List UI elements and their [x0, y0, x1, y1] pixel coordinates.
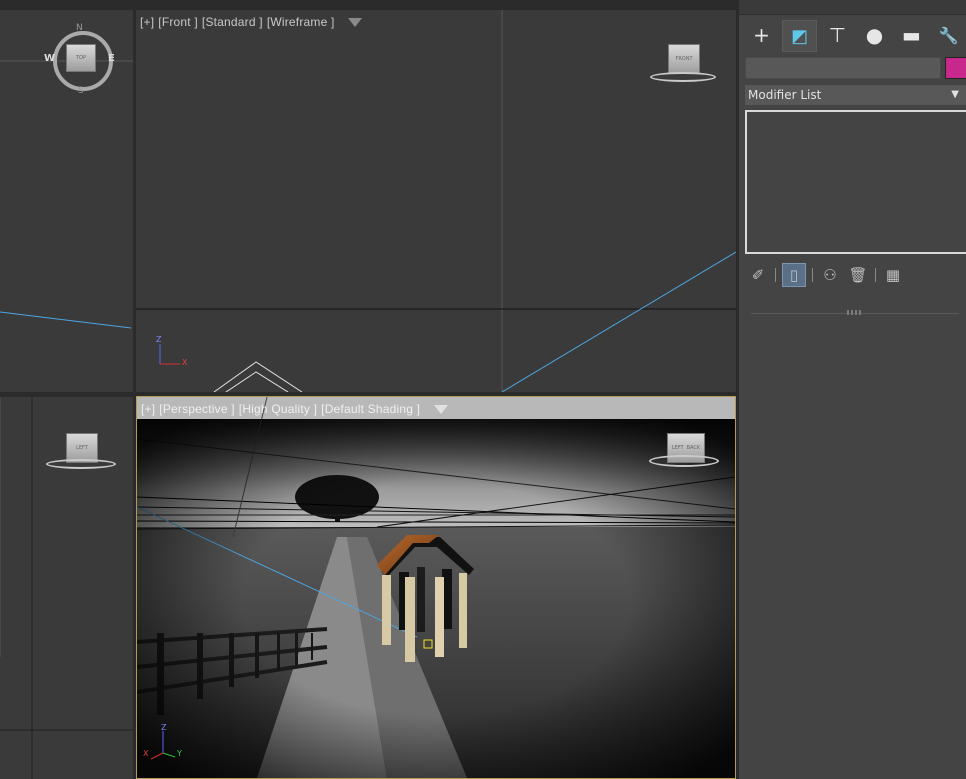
viewport-menu-plus[interactable]: [+] — [141, 402, 155, 416]
front-axis-z-label: Z — [156, 335, 162, 344]
viewcube-back-text: BACK — [686, 445, 701, 451]
hierarchy-icon: ⊤ — [828, 23, 847, 47]
configure-modifier-sets-button[interactable]: ▦ — [882, 264, 904, 286]
compass-west: W — [44, 53, 56, 64]
command-panel-tabs: + ◩ ⊤ ● ▬ 🔧 — [745, 20, 966, 52]
show-end-result-button[interactable]: ▯ — [782, 263, 806, 287]
make-unique-button[interactable]: ⚇ — [819, 264, 841, 286]
viewport-menu-plus[interactable]: [+] — [140, 15, 154, 29]
modifier-list-dropdown[interactable]: Modifier List ▼ — [745, 85, 966, 105]
display-icon: ▬ — [902, 23, 921, 47]
viewcube-front[interactable]: FRONT — [646, 44, 716, 84]
compass-south: S — [78, 86, 84, 96]
modify-icon: ◩ — [790, 25, 808, 47]
viewcube-ring — [649, 455, 719, 467]
filter-icon[interactable] — [433, 405, 448, 415]
pin-icon: ✐ — [751, 266, 765, 284]
object-name-input[interactable] — [745, 57, 941, 79]
filter-icon[interactable] — [348, 18, 363, 28]
hierarchy-tab[interactable]: ⊤ — [821, 20, 854, 50]
viewport-top[interactable]: TOP N S W E — [0, 10, 133, 392]
trash-icon: 🗑 — [848, 266, 868, 284]
perspective-scene — [137, 397, 735, 778]
viewport-render-mode[interactable]: [Standard ] — [202, 15, 263, 29]
toolbar-separator — [775, 268, 776, 282]
modifier-stack[interactable] — [745, 110, 966, 254]
viewcube-front-face[interactable]: FRONT — [668, 44, 700, 74]
viewcube-top[interactable]: TOP — [66, 44, 96, 72]
front-viewport-label[interactable]: [+] [Front ] [Standard ] [Wireframe ] — [140, 15, 366, 29]
modify-tab[interactable]: ◩ — [782, 20, 817, 52]
command-panel: + ◩ ⊤ ● ▬ 🔧 Modifier List ▼ ✐ ▯ ⚇ 🗑 ▦ — [739, 0, 966, 779]
persp-axis-z-label: Z — [161, 723, 167, 732]
stack-toolbar: ✐ ▯ ⚇ 🗑 ▦ — [747, 262, 910, 288]
wrench-icon: 🔧 — [938, 25, 959, 45]
configure-icon: ▦ — [885, 266, 901, 284]
display-tab[interactable]: ▬ — [895, 20, 928, 50]
viewport-front[interactable]: [+] [Front ] [Standard ] [Wireframe ] Z X F… — [136, 10, 736, 392]
persp-axis-x-label: X — [143, 749, 149, 758]
viewcube-perspective[interactable]: LEFT BACK — [649, 433, 719, 473]
persp-axis-y-label: Y — [177, 749, 182, 758]
toolbar-separator — [812, 268, 813, 282]
front-axis-x-label: X — [182, 358, 188, 367]
perspective-viewport-label[interactable]: [+] [Perspective ] [High Quality ] [Default… — [141, 402, 452, 416]
plus-icon: + — [753, 23, 770, 47]
motion-tab[interactable]: ● — [858, 20, 891, 50]
viewport-point-of-view[interactable]: [Perspective ] — [159, 402, 235, 416]
viewport-shading-mode[interactable]: [Wireframe ] — [267, 15, 335, 29]
compass-east: E — [108, 53, 115, 64]
viewport-left[interactable]: LEFT — [0, 397, 133, 779]
viewcube-ring — [46, 459, 116, 469]
viewcube-compass[interactable]: TOP N S W E — [44, 23, 115, 96]
viewport-shading-mode[interactable]: [Default Shading ] — [321, 402, 420, 416]
compass-north: N — [76, 23, 83, 33]
viewcube-left-text: LEFT — [671, 445, 684, 451]
viewport-render-mode[interactable]: [High Quality ] — [239, 402, 317, 416]
chevron-down-icon: ▼ — [951, 89, 959, 100]
motion-icon: ● — [865, 23, 884, 47]
modifier-list-label: Modifier List — [748, 88, 822, 102]
end-result-icon: ▯ — [789, 266, 799, 284]
make-unique-icon: ⚇ — [823, 266, 837, 284]
pin-stack-button[interactable]: ✐ — [747, 264, 769, 286]
create-tab[interactable]: + — [745, 20, 778, 50]
rollout-grip-handle[interactable] — [847, 310, 861, 315]
toolbar-separator — [875, 268, 876, 282]
viewcube-left[interactable]: LEFT — [46, 433, 116, 473]
viewport-point-of-view[interactable]: [Front ] — [158, 15, 198, 29]
viewport-perspective[interactable]: [+] [Perspective ] [High Quality ] [Default… — [136, 396, 736, 779]
command-panel-titlebar[interactable] — [739, 0, 966, 15]
viewcube-ring — [650, 72, 716, 82]
utilities-tab[interactable]: 🔧 — [932, 20, 965, 50]
object-color-swatch[interactable] — [945, 57, 966, 79]
remove-modifier-button[interactable]: 🗑 — [847, 264, 869, 286]
